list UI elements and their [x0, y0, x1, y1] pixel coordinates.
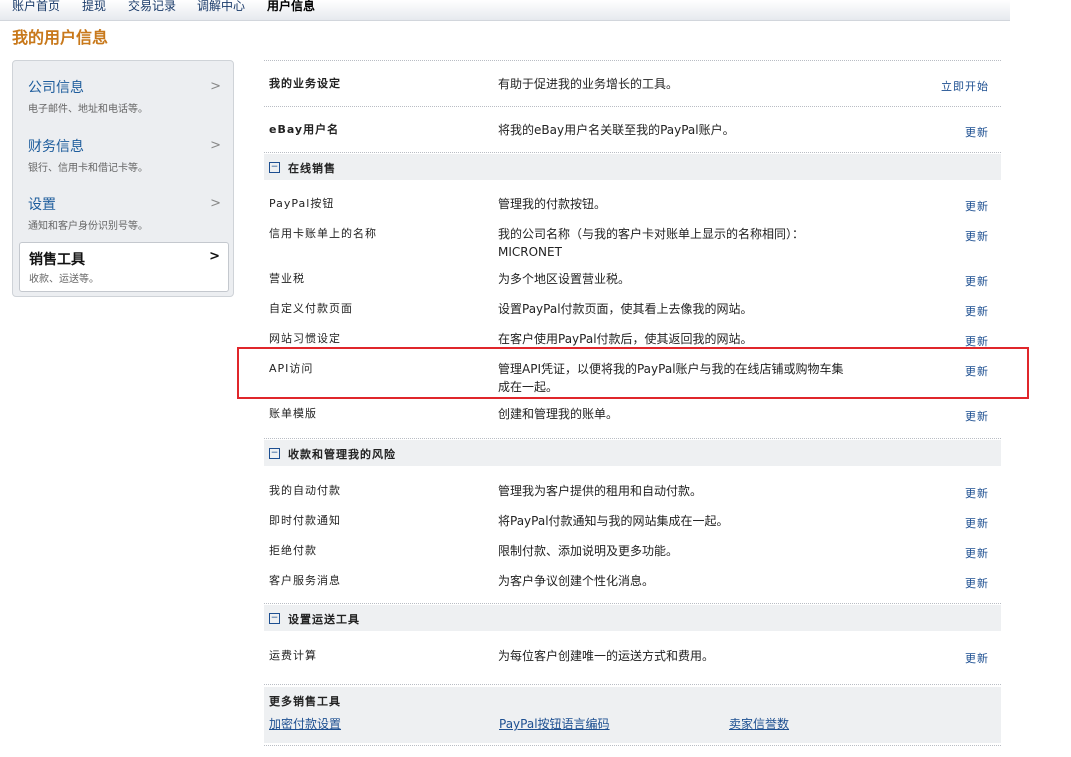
sidebar-item-label: 财务信息 — [28, 139, 84, 155]
section-shipping-tools: − 设置运送工具 — [264, 605, 1001, 631]
update-link[interactable]: 更新 — [965, 408, 989, 424]
update-link[interactable]: 更新 — [965, 545, 989, 561]
paypal-button-language-link[interactable]: PayPal按钮语言编码 — [499, 715, 610, 732]
divider — [264, 152, 1001, 153]
chevron-right-icon: > — [210, 196, 221, 211]
row-desc: 创建和管理我的账单。 — [498, 407, 619, 421]
divider — [264, 438, 1001, 439]
section-title: 在线销售 — [288, 162, 336, 175]
more-tools-title: 更多销售工具 — [269, 695, 341, 708]
row-name: 营业税 — [269, 272, 305, 285]
sidebar: 公司信息 电子邮件、地址和电话等。 > 财务信息 银行、信用卡和借记卡等。 > … — [12, 60, 234, 297]
sidebar-item-subtitle: 电子邮件、地址和电话等。 — [28, 104, 148, 115]
row-desc: 将PayPal付款通知与我的网站集成在一起。 — [498, 514, 729, 528]
row-desc: 在客户使用PayPal付款后，使其返回我的网站。 — [498, 332, 753, 346]
section-payments-risk: − 收款和管理我的风险 — [264, 440, 1001, 466]
section-title: 收款和管理我的风险 — [288, 448, 396, 461]
row-name: 我的自动付款 — [269, 484, 341, 497]
page-title: 我的用户信息 — [12, 28, 109, 47]
update-link[interactable]: 更新 — [965, 124, 989, 140]
update-link[interactable]: 更新 — [965, 575, 989, 591]
sidebar-item-label: 公司信息 — [28, 80, 84, 96]
more-selling-tools: 更多销售工具 加密付款设置 PayPal按钮语言编码 卖家信誉数 — [264, 687, 1001, 743]
update-link[interactable]: 更新 — [965, 228, 989, 244]
highlight-box — [237, 347, 1029, 399]
sidebar-item-selling-tools[interactable]: 销售工具 收款、运送等。 > — [19, 242, 229, 292]
chevron-right-icon: > — [210, 138, 221, 153]
row-desc: 为每位客户创建唯一的运送方式和费用。 — [498, 649, 715, 663]
row-desc: 设置PayPal付款页面，使其看上去像我的网站。 — [498, 302, 753, 316]
row-name: 拒绝付款 — [269, 544, 317, 557]
collapse-icon[interactable]: − — [269, 162, 280, 173]
row-desc: 我的公司名称（与我的客户卡对账单上显示的名称相同）：MICRONET — [498, 227, 805, 259]
row-name: 自定义付款页面 — [269, 302, 353, 315]
divider — [264, 603, 1001, 604]
nav-withdraw[interactable]: 提现 — [82, 0, 106, 13]
row-desc: 为客户争议创建个性化消息。 — [498, 574, 655, 588]
row-name: 我的业务设定 — [269, 77, 341, 90]
sidebar-item-company-info[interactable]: 公司信息 电子邮件、地址和电话等。 > — [13, 67, 233, 119]
row-desc: 限制付款、添加说明及更多功能。 — [498, 544, 679, 558]
row-desc: 管理我为客户提供的租用和自动付款。 — [498, 484, 703, 498]
sidebar-item-subtitle: 通知和客户身份识别号等。 — [28, 221, 148, 232]
row-name: 即时付款通知 — [269, 514, 341, 527]
update-link[interactable]: 更新 — [965, 650, 989, 666]
row-name: 网站习惯设定 — [269, 332, 341, 345]
chevron-right-icon: > — [209, 249, 220, 264]
row-desc: 为多个地区设置营业税。 — [498, 272, 631, 286]
seller-reputation-link[interactable]: 卖家信誉数 — [729, 715, 789, 732]
update-link[interactable]: 更新 — [965, 515, 989, 531]
row-name: PayPal按钮 — [269, 197, 335, 210]
sidebar-item-settings[interactable]: 设置 通知和客户身份识别号等。 > — [13, 184, 233, 236]
nav-account-home[interactable]: 账户首页 — [12, 0, 60, 13]
chevron-right-icon: > — [210, 79, 221, 94]
row-name: 账单模版 — [269, 407, 317, 420]
update-link[interactable]: 更新 — [965, 198, 989, 214]
sidebar-item-subtitle: 银行、信用卡和借记卡等。 — [28, 163, 148, 174]
nav-resolution-center[interactable]: 调解中心 — [197, 0, 245, 13]
section-online-selling: − 在线销售 — [264, 154, 1001, 180]
divider — [264, 745, 1001, 746]
divider — [264, 106, 1001, 107]
section-title: 设置运送工具 — [288, 613, 360, 626]
row-desc: 管理我的付款按钮。 — [498, 197, 607, 211]
collapse-icon[interactable]: − — [269, 448, 280, 459]
update-link[interactable]: 更新 — [965, 485, 989, 501]
row-name: 运费计算 — [269, 649, 317, 662]
nav-transactions[interactable]: 交易记录 — [128, 0, 176, 13]
row-desc: 有助于促进我的业务增长的工具。 — [498, 77, 679, 91]
update-link[interactable]: 更新 — [965, 303, 989, 319]
start-now-link[interactable]: 立即开始 — [941, 78, 989, 94]
row-name: eBay用户名 — [269, 123, 340, 136]
sidebar-item-label: 销售工具 — [29, 252, 85, 268]
top-nav: 账户首页 提现 交易记录 调解中心 用户信息 — [0, 0, 1010, 21]
sidebar-item-financial-info[interactable]: 财务信息 银行、信用卡和借记卡等。 > — [13, 126, 233, 178]
sidebar-item-subtitle: 收款、运送等。 — [29, 274, 99, 285]
encrypted-payment-settings-link[interactable]: 加密付款设置 — [269, 715, 341, 732]
sidebar-item-label: 设置 — [28, 197, 56, 213]
row-name: 信用卡账单上的名称 — [269, 227, 377, 240]
row-desc: 将我的eBay用户名关联至我的PayPal账户。 — [498, 123, 735, 137]
collapse-icon[interactable]: − — [269, 613, 280, 624]
row-name: 客户服务消息 — [269, 574, 341, 587]
divider — [264, 684, 1001, 685]
update-link[interactable]: 更新 — [965, 273, 989, 289]
divider — [264, 60, 1001, 61]
nav-profile[interactable]: 用户信息 — [267, 0, 315, 13]
